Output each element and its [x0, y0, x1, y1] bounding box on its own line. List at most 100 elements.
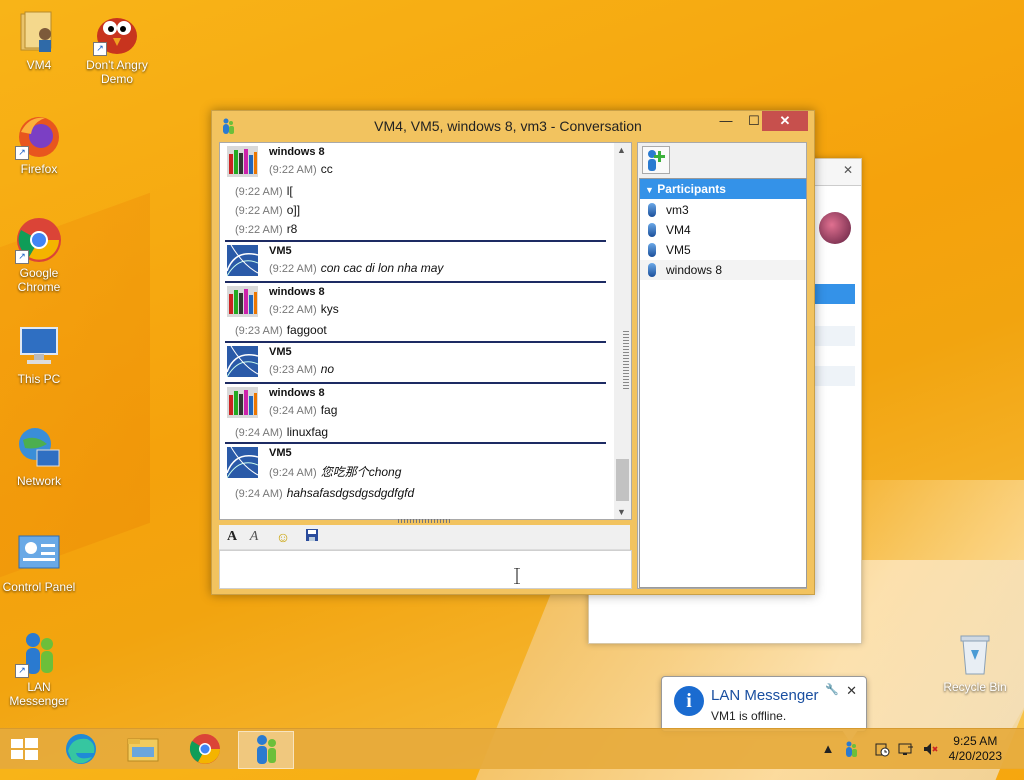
conversation-window[interactable]: VM4, VM5, windows 8, vm3 - Conversation … — [211, 110, 815, 595]
back-window-close-icon[interactable]: ✕ — [843, 163, 853, 177]
taskbar-chrome[interactable] — [178, 731, 232, 767]
start-button[interactable] — [0, 731, 48, 767]
user-icon — [648, 263, 656, 277]
message-time: (9:22 AM) — [269, 263, 317, 275]
scroll-thumb[interactable] — [616, 459, 629, 501]
desktop-icon-label: Don't Angry Demo — [86, 58, 148, 86]
pin-icon[interactable]: 🔧 — [825, 683, 839, 696]
red-bird-game-icon: ↗ — [93, 8, 141, 56]
emoticon-button[interactable]: ☺ — [273, 528, 293, 546]
desktop-icon-this-pc[interactable]: This PC — [0, 322, 78, 386]
avatar — [227, 387, 258, 418]
desktop-icon-control-panel[interactable]: Control Panel — [0, 530, 78, 594]
font-button[interactable]: A — [222, 528, 242, 546]
pane-resize-grip[interactable] — [623, 331, 629, 389]
message-text: linuxfag — [286, 425, 329, 439]
participants-list[interactable]: ▼ Participants vm3 VM4 VM5 windows 8 — [639, 178, 807, 588]
info-icon: i — [674, 686, 704, 716]
participants-header-label: Participants — [657, 182, 726, 196]
message-time: (9:24 AM) — [235, 488, 283, 500]
message-history[interactable]: windows 8 (9:22 AM) cc (9:22 AM) l[ (9:22 … — [219, 142, 632, 520]
participant-name: VM4 — [666, 223, 691, 237]
shortcut-arrow-icon: ↗ — [15, 250, 29, 264]
participant-item[interactable]: vm3 — [640, 200, 806, 220]
save-button[interactable] — [302, 528, 322, 546]
lan-messenger-icon — [257, 735, 276, 764]
minimize-button[interactable]: — — [712, 111, 740, 131]
message-text: no — [320, 362, 335, 376]
font-color-button[interactable]: A — [244, 528, 264, 546]
participant-item[interactable]: VM5 — [640, 240, 806, 260]
message-line: (9:24 AM) 您吃那个chong — [269, 463, 401, 480]
avatar — [227, 286, 258, 317]
windows-logo-icon — [11, 738, 38, 760]
title-bar[interactable]: VM4, VM5, windows 8, vm3 - Conversation … — [212, 111, 814, 139]
desktop-icon-firefox[interactable]: ↗ Firefox — [0, 112, 78, 176]
desktop-icon-label: Recycle Bin — [943, 680, 1007, 694]
taskbar-clock[interactable]: 9:25 AM 4/20/2023 — [949, 734, 1002, 764]
notification-toast[interactable]: i LAN Messenger VM1 is offline. 🔧 ✕ — [661, 676, 867, 742]
participant-item[interactable]: VM4 — [640, 220, 806, 240]
chrome-icon: ↗ — [15, 216, 63, 264]
taskbar-file-explorer[interactable] — [116, 731, 170, 767]
message-time: (9:23 AM) — [235, 325, 283, 337]
chrome-icon — [189, 734, 220, 764]
avatar — [226, 244, 259, 277]
scroll-down-icon[interactable]: ▼ — [617, 507, 626, 517]
desktop-icon-vm4[interactable]: VM4 — [0, 8, 78, 72]
lan-messenger-tray-icon[interactable] — [843, 741, 859, 757]
taskbar-lan-messenger[interactable] — [238, 731, 294, 769]
folder-icon — [127, 738, 159, 762]
desktop-icon-google-chrome[interactable]: ↗ Google Chrome — [0, 216, 78, 294]
clock-time: 9:25 AM — [953, 734, 998, 748]
show-hidden-icons-button[interactable]: ▲ — [820, 741, 836, 757]
shortcut-arrow-icon: ↗ — [15, 664, 29, 678]
participant-item[interactable]: windows 8 — [640, 260, 806, 280]
message-block: windows 8 (9:22 AM) cc (9:22 AM) l[ (9:22 … — [225, 143, 606, 239]
participant-name: vm3 — [666, 203, 689, 217]
desktop-icon-lan-messenger[interactable]: ↗ LAN Messenger — [0, 630, 78, 708]
avatar — [226, 446, 259, 479]
message-sender: VM5 — [269, 447, 292, 459]
desktop-icon-recycle-bin[interactable]: Recycle Bin — [936, 630, 1014, 694]
scroll-up-icon[interactable]: ▲ — [617, 145, 626, 155]
message-text: r8 — [286, 222, 298, 236]
action-center-icon[interactable] — [874, 741, 890, 757]
message-time: (9:24 AM) — [269, 467, 317, 479]
user-icon — [648, 223, 656, 237]
computer-icon — [15, 322, 63, 370]
message-block: VM5 (9:22 AM) con cac di lon nha may — [225, 240, 606, 282]
avatar — [227, 146, 258, 177]
message-sender: windows 8 — [269, 146, 325, 158]
message-text: faggoot — [286, 323, 327, 337]
input-splitter[interactable] — [398, 519, 452, 523]
edge-icon — [66, 734, 96, 764]
add-user-icon — [648, 150, 665, 171]
desktop-icon-label: Google Chrome — [17, 266, 61, 294]
desktop-icon-dont-angry-demo[interactable]: ↗ Don't Angry Demo — [78, 8, 156, 86]
message-time: (9:22 AM) — [269, 164, 317, 176]
add-participant-button[interactable] — [642, 146, 670, 174]
message-time: (9:22 AM) — [269, 304, 317, 316]
participants-pane: ▼ Participants vm3 VM4 VM5 windows 8 — [637, 142, 807, 589]
message-line: (9:22 AM) r8 — [235, 222, 297, 236]
message-sender: VM5 — [269, 346, 292, 358]
notification-close-button[interactable]: ✕ — [846, 683, 857, 699]
close-button[interactable]: ✕ — [762, 111, 808, 131]
message-input[interactable] — [219, 550, 632, 589]
message-time: (9:24 AM) — [269, 405, 317, 417]
message-line: (9:22 AM) con cac di lon nha may — [269, 261, 443, 275]
network-status-icon[interactable] — [898, 741, 914, 757]
desktop-icon-network[interactable]: Network — [0, 424, 78, 488]
desktop-icon-label: This PC — [17, 372, 61, 386]
message-line: (9:22 AM) l[ — [235, 184, 293, 198]
volume-muted-icon[interactable] — [922, 741, 938, 757]
participants-header[interactable]: ▼ Participants — [640, 179, 806, 199]
shortcut-arrow-icon: ↗ — [15, 146, 29, 160]
shortcut-arrow-icon: ↗ — [93, 42, 107, 56]
message-text: o]] — [286, 203, 301, 217]
message-block: VM5 (9:24 AM) 您吃那个chong (9:24 AM) hahsafas… — [225, 442, 606, 506]
message-line: (9:22 AM) cc — [269, 162, 333, 176]
taskbar-edge[interactable] — [54, 731, 108, 767]
taskbar: ▲ 9:25 AM 4/20/2023 — [0, 728, 1024, 769]
